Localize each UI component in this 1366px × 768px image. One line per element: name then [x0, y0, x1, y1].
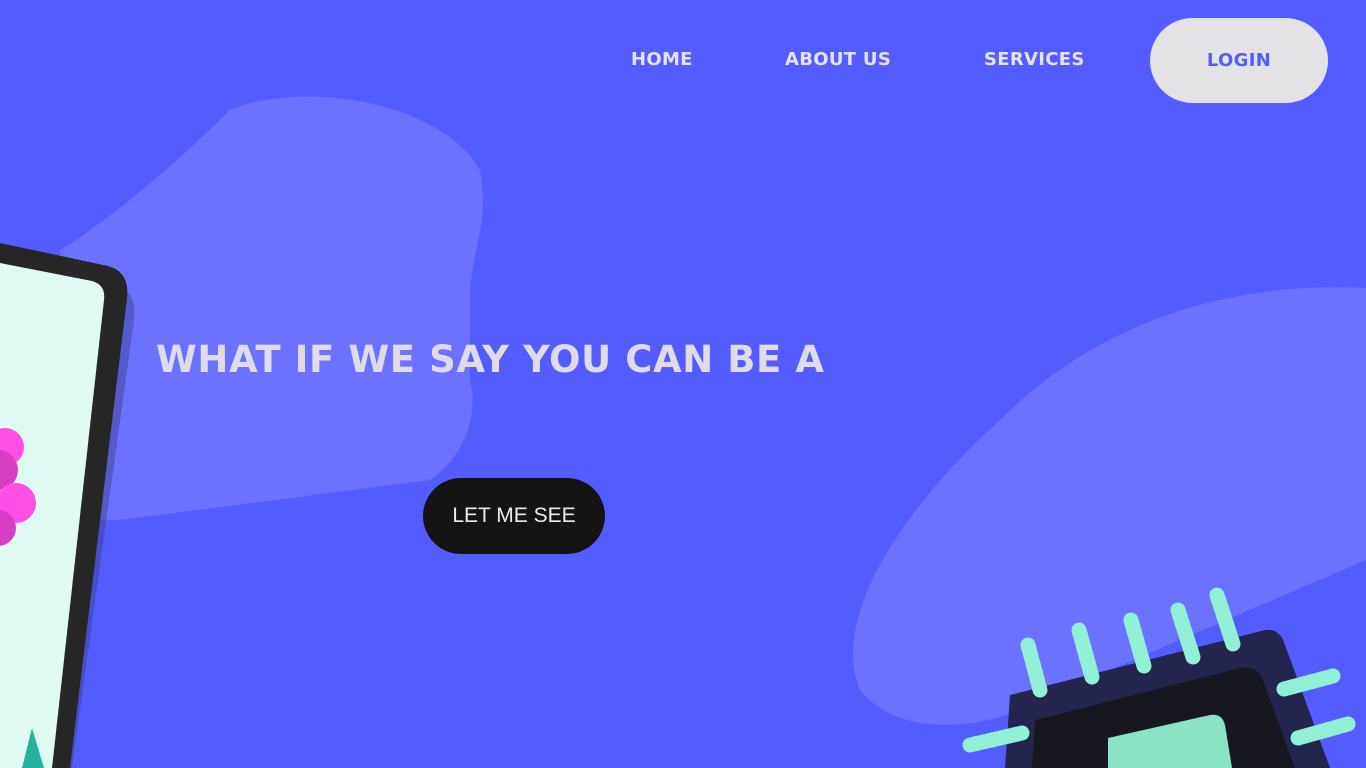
nav-about-link[interactable]: ABOUT US [785, 46, 891, 74]
nav-home-link[interactable]: HOME [631, 46, 693, 74]
landing-page: HOME ABOUT US SERVICES LOGIN WHAT IF WE … [0, 0, 1366, 768]
login-button[interactable]: LOGIN [1150, 18, 1328, 103]
nav-services-link[interactable]: SERVICES [984, 46, 1085, 74]
hero-headline: WHAT IF WE SAY YOU CAN BE A [156, 338, 825, 381]
top-navigation: HOME ABOUT US SERVICES LOGIN [0, 0, 1366, 120]
let-me-see-button[interactable]: LET ME SEE [423, 478, 605, 554]
